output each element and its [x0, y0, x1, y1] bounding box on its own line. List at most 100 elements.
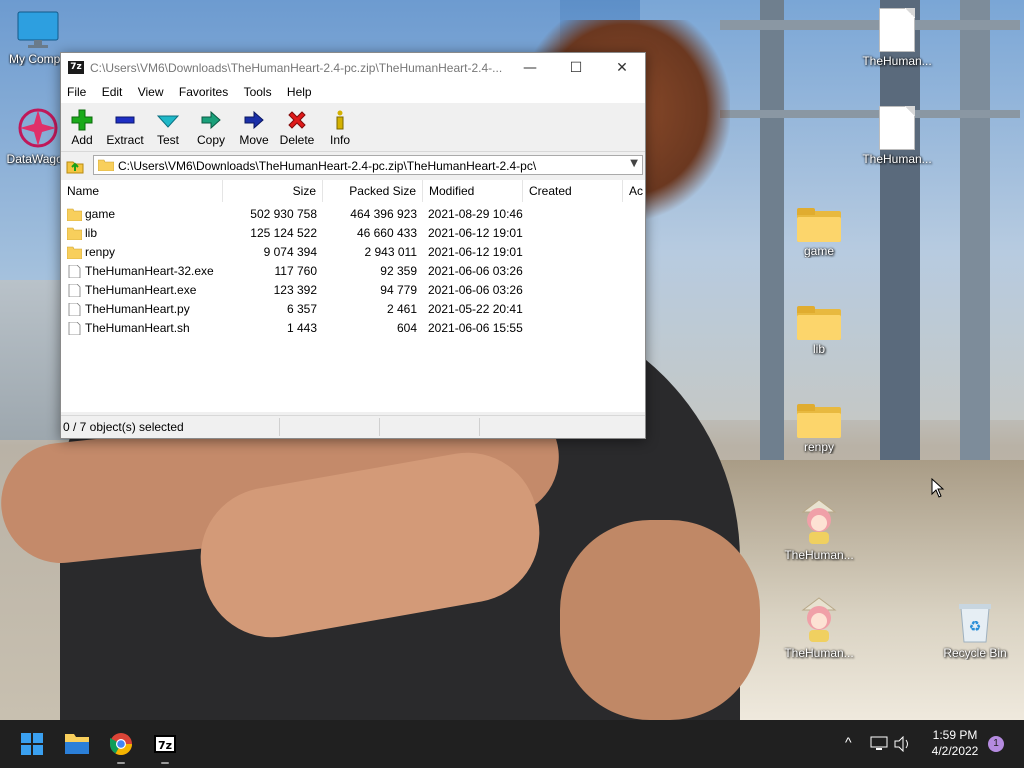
file-size: 123 392: [273, 283, 317, 297]
status-divider: [279, 418, 280, 436]
table-row[interactable]: TheHumanHeart.py 6 357 2 461 2021-05-22 20:…: [61, 300, 645, 319]
file-size: 9 074 394: [263, 245, 317, 259]
desktop-icon-recycle-bin[interactable]: ♻ Recycle Bin: [937, 600, 1013, 660]
window-title: C:\Users\VM6\Downloads\TheHumanHeart-2.4…: [90, 61, 503, 75]
title-bar[interactable]: 7z C:\Users\VM6\Downloads\TheHumanHeart-…: [61, 53, 645, 83]
anime-girl-app-icon: [801, 597, 837, 642]
desktop-icon-renpy-folder[interactable]: renpy: [781, 404, 857, 454]
folder-icon: [98, 159, 114, 171]
file-list: Name Size Packed Size Modified Created A…: [61, 180, 645, 412]
desktop-icon-label: TheHuman...: [784, 548, 854, 562]
file-modified: 2021-06-12 19:01: [428, 226, 523, 240]
7zip-taskbar-button[interactable]: 7z: [145, 720, 185, 768]
chrome-icon[interactable]: [101, 720, 141, 768]
7zip-file-manager-window: 7z C:\Users\VM6\Downloads\TheHumanHeart-…: [60, 52, 646, 439]
up-folder-icon[interactable]: [65, 156, 85, 174]
desktop-icon-label: Recycle Bin: [943, 646, 1007, 660]
7zip-app-icon: 7z: [68, 61, 84, 74]
copy-arrow-icon: [201, 110, 221, 130]
network-icon[interactable]: [870, 736, 888, 752]
file-modified: 2021-06-06 15:55: [428, 321, 523, 335]
tray-overflow-chevron[interactable]: ^: [845, 734, 852, 750]
copy-button[interactable]: Copy: [190, 105, 232, 147]
desktop-icon-label: lib: [812, 342, 825, 356]
column-header-created[interactable]: Created: [523, 180, 623, 202]
desktop-icon-label: TheHuman...: [784, 646, 854, 660]
file-icon: [68, 303, 81, 316]
volume-icon[interactable]: [894, 736, 912, 752]
maximize-button[interactable]: ☐: [553, 53, 599, 83]
file-packed-size: 92 359: [380, 264, 417, 278]
file-icon: [879, 8, 915, 52]
file-modified: 2021-08-29 10:46: [428, 207, 523, 221]
clock[interactable]: 1:59 PM 4/2/2022: [920, 728, 990, 758]
svg-text:♻: ♻: [969, 619, 982, 635]
file-size: 1 443: [286, 321, 317, 335]
move-label: Move: [239, 133, 269, 147]
notification-badge[interactable]: 1: [988, 736, 1004, 752]
desktop-icon-label: renpy: [803, 440, 835, 454]
file-name: TheHumanHeart.py: [85, 302, 190, 316]
menu-file[interactable]: File: [61, 83, 92, 101]
desktop-icon-thehumanheart-file-2[interactable]: TheHuman...: [859, 106, 935, 166]
test-label: Test: [156, 133, 179, 147]
recycle-bin-icon: ♻: [959, 604, 991, 643]
folder-icon: [67, 208, 82, 221]
toolbar: Add Extract Test Copy Move Delete Info: [61, 103, 645, 152]
file-size: 117 760: [274, 264, 318, 278]
desktop-icon-thehumanheart-file-1[interactable]: TheHuman...: [859, 8, 935, 68]
menu-favorites[interactable]: Favorites: [173, 83, 234, 101]
move-button[interactable]: Move: [233, 105, 275, 147]
table-row[interactable]: TheHumanHeart.exe 123 392 94 779 2021-06-06…: [61, 281, 645, 300]
desktop-icon-thehumanheart-app-1[interactable]: TheHuman...: [781, 498, 857, 562]
file-modified: 2021-06-06 03:26: [428, 283, 523, 297]
file-explorer-icon[interactable]: [57, 720, 97, 768]
add-button[interactable]: Add: [61, 105, 103, 147]
column-header-accessed[interactable]: Ac: [623, 180, 645, 202]
table-row[interactable]: game 502 930 758 464 396 923 2021-08-29 10:…: [61, 205, 645, 224]
file-packed-size: 604: [396, 321, 417, 335]
info-button[interactable]: Info: [319, 105, 361, 147]
close-button[interactable]: ✕: [599, 53, 645, 83]
desktop-icon-label: TheHuman...: [862, 54, 932, 68]
info-label: Info: [329, 133, 350, 147]
delete-button[interactable]: Delete: [276, 105, 318, 147]
add-label: Add: [71, 133, 93, 147]
file-modified: 2021-06-06 03:26: [428, 264, 523, 278]
status-divider: [479, 418, 480, 436]
start-icon[interactable]: [12, 720, 52, 768]
file-name: TheHumanHeart.sh: [85, 321, 190, 335]
desktop-icon-thehumanheart-app-2[interactable]: TheHuman...: [781, 596, 857, 660]
running-indicator: [161, 762, 169, 764]
column-header-name[interactable]: Name: [61, 180, 223, 202]
file-name: renpy: [85, 245, 116, 259]
menu-view[interactable]: View: [132, 83, 170, 101]
table-row[interactable]: lib 125 124 522 46 660 433 2021-06-12 19:01: [61, 224, 645, 243]
folder-icon: [797, 306, 841, 340]
column-header-size[interactable]: Size: [223, 180, 323, 202]
chevron-down-icon[interactable]: ▼: [630, 158, 638, 169]
extract-button[interactable]: Extract: [104, 105, 146, 147]
menu-bar: File Edit View Favorites Tools Help: [61, 83, 645, 103]
menu-tools[interactable]: Tools: [238, 83, 278, 101]
file-name: TheHumanHeart.exe: [85, 283, 197, 297]
file-size: 6 357: [286, 302, 317, 316]
file-packed-size: 2 461: [386, 302, 417, 316]
column-header-packed-size[interactable]: Packed Size: [323, 180, 423, 202]
table-row[interactable]: renpy 9 074 394 2 943 011 2021-06-12 19:01: [61, 243, 645, 262]
column-header-modified[interactable]: Modified: [423, 180, 523, 202]
file-packed-size: 94 779: [380, 283, 417, 297]
file-icon: [879, 106, 915, 150]
desktop-icon-lib-folder[interactable]: lib: [781, 306, 857, 356]
test-button[interactable]: Test: [147, 105, 189, 147]
desktop-icon-label: game: [803, 244, 835, 258]
table-row[interactable]: TheHumanHeart.sh 1 443 604 2021-06-06 15:55: [61, 319, 645, 338]
datawagon-icon: [18, 108, 58, 148]
address-field[interactable]: C:\Users\VM6\Downloads\TheHumanHeart-2.4…: [93, 155, 643, 175]
menu-help[interactable]: Help: [281, 83, 318, 101]
selection-status: 0 / 7 object(s) selected: [63, 420, 184, 434]
desktop-icon-game-folder[interactable]: game: [781, 208, 857, 258]
table-row[interactable]: TheHumanHeart-32.exe 117 760 92 359 2021-06…: [61, 262, 645, 281]
minimize-button[interactable]: —: [507, 53, 553, 83]
menu-edit[interactable]: Edit: [96, 83, 129, 101]
